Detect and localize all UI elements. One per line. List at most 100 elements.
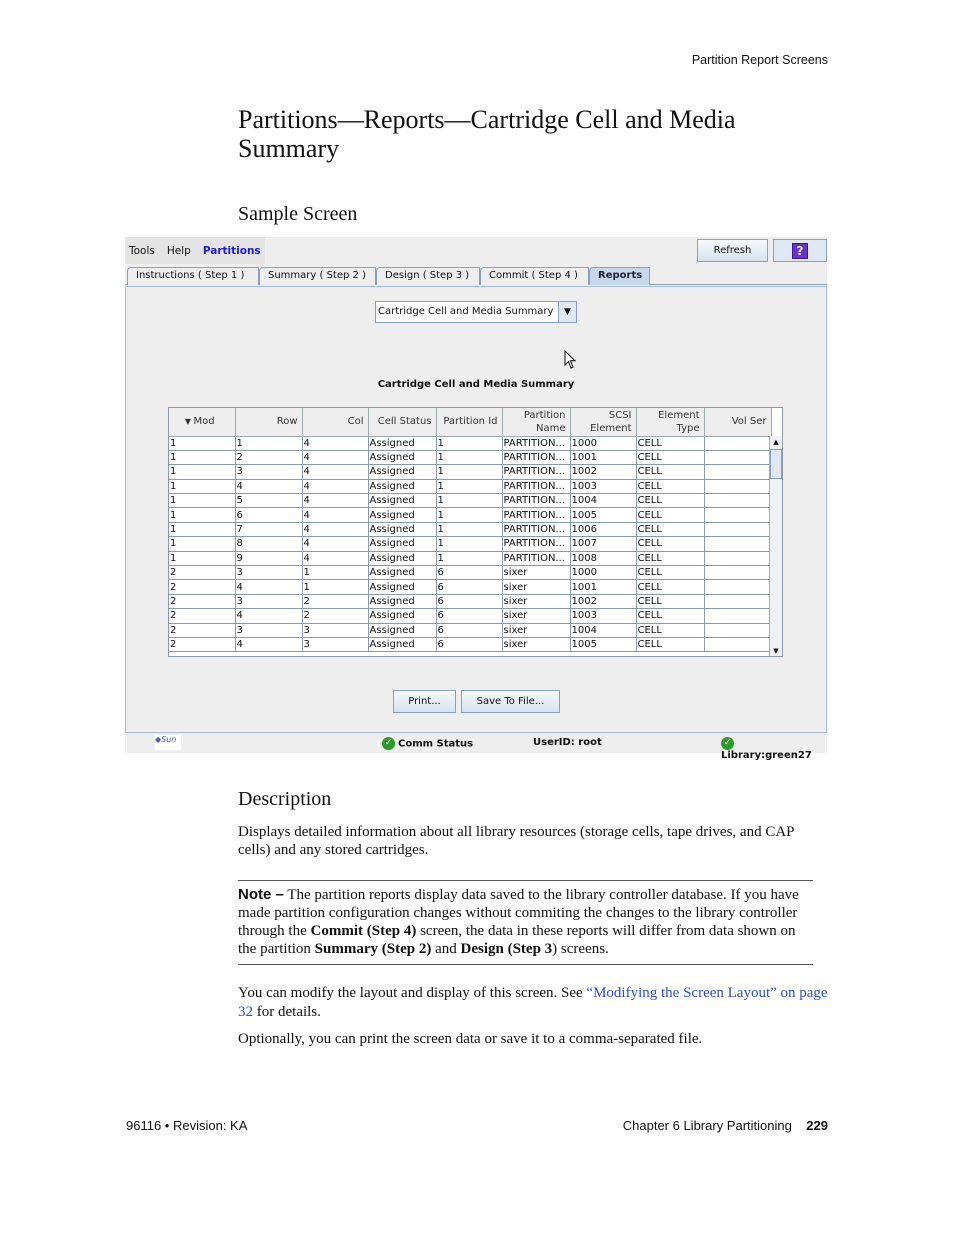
footer-chapter: Chapter 6 Library Partitioning 229 bbox=[622, 1118, 828, 1133]
table-title: Cartridge Cell and Media Summary bbox=[377, 379, 575, 390]
print-button[interactable]: Print... bbox=[393, 690, 456, 713]
table-cell: Assigned bbox=[368, 579, 437, 595]
column-header[interactable]: Partition Id bbox=[436, 408, 503, 437]
tab-bar: Instructions ( Step 1 ) Summary ( Step 2… bbox=[125, 267, 827, 285]
table-row[interactable]: 2 3 2 Assigned 6 sixer 1002 CELL bbox=[169, 594, 772, 610]
table-cell: 1004 bbox=[570, 623, 637, 638]
report-select-value: Cartridge Cell and Media Summary bbox=[378, 306, 554, 317]
table-cell: 4 bbox=[302, 536, 369, 552]
table-cell: 6 bbox=[235, 507, 303, 523]
table-row[interactable]: 2 3 1 Assigned 6 sixer 1000 CELL bbox=[169, 565, 772, 581]
table-cell: sixer bbox=[502, 623, 571, 638]
table-cell: 4 bbox=[302, 551, 369, 567]
table-cell: CELL bbox=[636, 479, 705, 495]
table-row[interactable]: 1 7 4 Assigned 1 PARTITION... 1006 CELL bbox=[169, 522, 772, 538]
column-header[interactable]: SCSI Element bbox=[570, 408, 637, 437]
table-cell: Assigned bbox=[368, 565, 437, 581]
table-cell: 1001 bbox=[570, 579, 637, 595]
column-header[interactable]: Cell Status bbox=[368, 408, 437, 437]
table-row[interactable]: 1 4 4 Assigned 1 PARTITION... 1003 CELL bbox=[169, 479, 772, 495]
table-cell: 2 bbox=[169, 608, 236, 624]
refresh-button[interactable]: Refresh bbox=[697, 239, 768, 262]
table-row[interactable]: 1 1 4 Assigned 1 PARTITION... 1000 CELL bbox=[169, 436, 772, 451]
table-cell: CELL bbox=[636, 551, 705, 567]
table-cell: CELL bbox=[636, 450, 705, 466]
mouse-cursor-icon bbox=[564, 350, 577, 369]
scroll-down-icon[interactable]: ▼ bbox=[770, 645, 782, 656]
table-cell: CELL bbox=[636, 637, 705, 653]
table-cell: PARTITION... bbox=[502, 479, 571, 495]
menu-tools[interactable]: Tools bbox=[129, 245, 155, 257]
table-row[interactable]: 2 4 2 Assigned 6 sixer 1003 CELL bbox=[169, 608, 772, 624]
table-cell: Assigned bbox=[368, 623, 437, 638]
table-cell: 1005 bbox=[570, 507, 637, 523]
table-cell: 3 bbox=[302, 623, 369, 638]
table-cell: Assigned bbox=[368, 464, 437, 480]
column-header[interactable]: Row bbox=[235, 408, 303, 437]
table-cell: 4 bbox=[302, 464, 369, 480]
table-cell: CELL bbox=[636, 464, 705, 480]
table-row[interactable]: 1 3 4 Assigned 1 PARTITION... 1002 CELL bbox=[169, 464, 772, 480]
table-cell: 2 bbox=[169, 623, 236, 638]
table-row[interactable]: 2 4 1 Assigned 6 sixer 1001 CELL bbox=[169, 579, 772, 595]
table-row[interactable]: 2 3 3 Assigned 6 sixer 1004 CELL bbox=[169, 623, 772, 638]
table-cell: 1 bbox=[169, 464, 236, 480]
table-cell bbox=[704, 623, 772, 638]
column-header[interactable]: ▼ Mod bbox=[169, 408, 236, 437]
column-header[interactable]: Element Type bbox=[636, 408, 705, 437]
menu-partitions[interactable]: Partitions bbox=[203, 245, 261, 257]
tab-reports[interactable]: Reports bbox=[589, 267, 650, 285]
table-cell: 1 bbox=[169, 479, 236, 495]
table-cell: 3 bbox=[302, 637, 369, 653]
note-box: Note – The partition reports display dat… bbox=[238, 880, 813, 965]
table-row[interactable]: 2 4 3 Assigned 6 sixer 1005 CELL bbox=[169, 637, 772, 653]
table-cell: 1 bbox=[436, 522, 503, 538]
tab-instructions[interactable]: Instructions ( Step 1 ) bbox=[127, 267, 259, 285]
table-cell: 8 bbox=[235, 536, 303, 552]
tab-summary[interactable]: Summary ( Step 2 ) bbox=[259, 267, 376, 285]
table-cell: 6 bbox=[436, 594, 503, 610]
tab-design[interactable]: Design ( Step 3 ) bbox=[376, 267, 480, 285]
table-row[interactable]: 1 9 4 Assigned 1 PARTITION... 1008 CELL bbox=[169, 551, 772, 567]
table-row[interactable]: 1 5 4 Assigned 1 PARTITION... 1004 CELL bbox=[169, 493, 772, 509]
description-text: Displays detailed information about all … bbox=[238, 824, 794, 858]
table-row[interactable]: 1 6 4 Assigned 1 PARTITION... 1005 CELL bbox=[169, 507, 772, 523]
report-type-select[interactable]: Cartridge Cell and Media Summary ▼ bbox=[375, 301, 577, 323]
table-cell: Assigned bbox=[368, 522, 437, 538]
chevron-down-icon[interactable]: ▼ bbox=[558, 302, 576, 322]
table-cell bbox=[704, 507, 772, 523]
table-cell: 1003 bbox=[570, 479, 637, 495]
vertical-scrollbar[interactable]: ▲ ▼ bbox=[769, 436, 782, 656]
table-cell: sixer bbox=[502, 608, 571, 624]
page-title: Partitions—Reports—Cartridge Cell and Me… bbox=[238, 105, 736, 163]
table-cell: Assigned bbox=[368, 637, 437, 653]
table-cell: 4 bbox=[235, 608, 303, 624]
table-cell: PARTITION... bbox=[502, 464, 571, 480]
table-cell: 1004 bbox=[570, 493, 637, 509]
table-cell: 2 bbox=[235, 450, 303, 466]
footer-revision: 96116 • Revision: KA bbox=[126, 1118, 248, 1133]
table-row[interactable]: 1 8 4 Assigned 1 PARTITION... 1007 CELL bbox=[169, 536, 772, 552]
scroll-thumb[interactable] bbox=[770, 449, 782, 479]
column-header[interactable]: Vol Ser bbox=[704, 408, 772, 437]
menu-help[interactable]: Help bbox=[167, 245, 191, 257]
scroll-up-icon[interactable]: ▲ bbox=[770, 436, 782, 448]
table-cell: 2 bbox=[169, 579, 236, 595]
table-cell: 1 bbox=[436, 479, 503, 495]
table-cell: PARTITION... bbox=[502, 551, 571, 567]
table-cell: PARTITION... bbox=[502, 522, 571, 538]
tab-commit[interactable]: Commit ( Step 4 ) bbox=[480, 267, 589, 285]
table-cell: 1005 bbox=[570, 637, 637, 653]
column-header[interactable]: Col bbox=[302, 408, 369, 437]
note-label: Note – bbox=[238, 886, 284, 903]
reports-panel: Cartridge Cell and Media Summary ▼ Cartr… bbox=[125, 286, 827, 733]
table-cell: 4 bbox=[302, 507, 369, 523]
table-cell: 6 bbox=[436, 637, 503, 653]
layout-paragraph: You can modify the layout and display of… bbox=[238, 985, 828, 1020]
table-cell: Assigned bbox=[368, 493, 437, 509]
table-cell: Assigned bbox=[368, 507, 437, 523]
help-button[interactable]: ? bbox=[773, 239, 827, 262]
table-row[interactable]: 1 2 4 Assigned 1 PARTITION... 1001 CELL bbox=[169, 450, 772, 466]
save-to-file-button[interactable]: Save To File... bbox=[461, 690, 560, 713]
column-header[interactable]: Partition Name bbox=[502, 408, 571, 437]
